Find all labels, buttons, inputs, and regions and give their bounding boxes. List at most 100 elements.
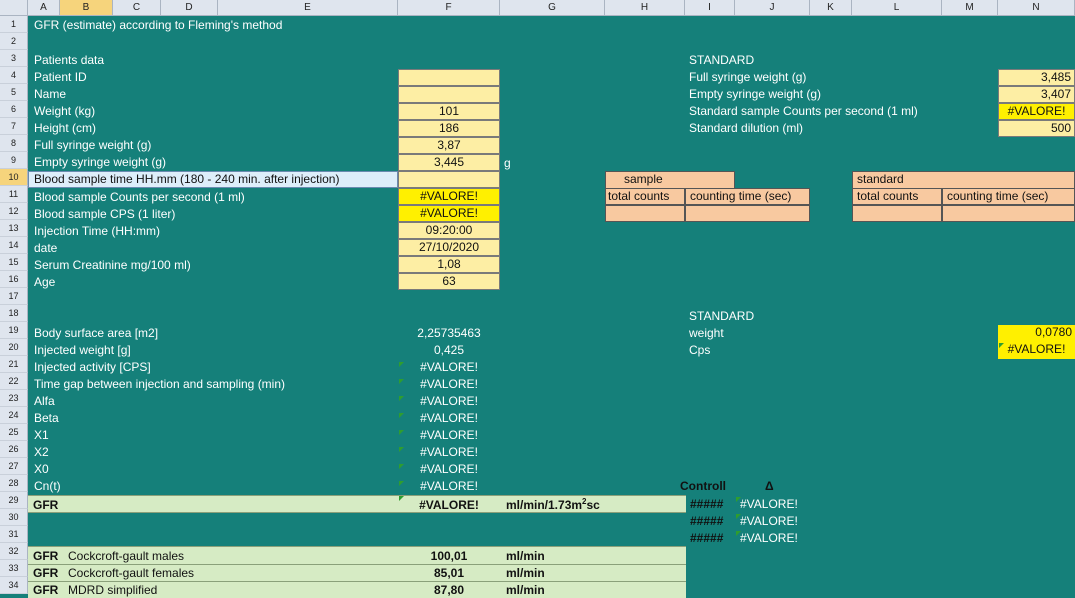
formula-unit-3: ml/min (506, 583, 545, 597)
col-header-n[interactable]: N (998, 0, 1075, 16)
label-blood-cps-1ml: Blood sample Counts per second (1 ml) (34, 190, 245, 204)
row-header[interactable]: 14 (0, 237, 28, 254)
row-header[interactable]: 6 (0, 101, 28, 118)
row-header[interactable]: 26 (0, 441, 28, 458)
col-header-j[interactable]: J (735, 0, 810, 16)
value-x1[interactable]: #VALORE! (398, 426, 500, 444)
col-header-l[interactable]: L (852, 0, 942, 16)
value-bsa[interactable]: 2,25735463 (398, 324, 500, 342)
row-header[interactable]: 21 (0, 356, 28, 373)
col-header-k[interactable]: K (810, 0, 852, 16)
standard-counting-time-input[interactable] (942, 205, 1075, 222)
value-alfa[interactable]: #VALORE! (398, 392, 500, 410)
controll-hash-1[interactable]: ##### (690, 495, 723, 513)
row-header[interactable]: 1 (0, 16, 28, 33)
row-header[interactable]: 15 (0, 254, 28, 271)
value-injected-activity[interactable]: #VALORE! (398, 358, 500, 376)
gfr-value[interactable]: #VALORE! (398, 497, 500, 513)
cell-blood-cps-1ml[interactable]: #VALORE! (398, 188, 500, 205)
cell-blood-cps-1l[interactable]: #VALORE! (398, 205, 500, 222)
cell-std-cps[interactable]: #VALORE! (998, 342, 1075, 359)
cell-blood-time[interactable] (398, 171, 500, 188)
value-x0[interactable]: #VALORE! (398, 460, 500, 478)
cell-std-full-syringe[interactable]: 3,485 (998, 69, 1075, 86)
row-header[interactable]: 32 (0, 543, 28, 560)
row-header[interactable]: 18 (0, 305, 28, 322)
formula-unit-2: ml/min (506, 566, 545, 580)
select-all-corner[interactable] (0, 0, 28, 16)
value-injected-weight[interactable]: 0,425 (398, 341, 500, 359)
row-header[interactable]: 13 (0, 220, 28, 237)
row-header[interactable]: 29 (0, 492, 28, 509)
row-header[interactable]: 8 (0, 135, 28, 152)
cell-weight[interactable]: 101 (398, 103, 500, 120)
col-header-f[interactable]: F (398, 0, 500, 16)
row-header[interactable]: 33 (0, 560, 28, 577)
cell-full-syringe[interactable]: 3,87 (398, 137, 500, 154)
row-header[interactable]: 7 (0, 118, 28, 135)
col-header-i[interactable]: I (685, 0, 735, 16)
row-header[interactable]: 2 (0, 33, 28, 50)
controll-value-1[interactable]: #VALORE! (740, 495, 798, 513)
cell-injection-time[interactable]: 09:20:00 (398, 222, 500, 239)
formula-value-3[interactable]: 87,80 (398, 582, 500, 598)
selected-row-10[interactable]: Blood sample time HH.mm (180 - 240 min. … (28, 171, 398, 188)
row-header[interactable]: 11 (0, 186, 28, 203)
row-header[interactable]: 24 (0, 407, 28, 424)
gfr-unit-suffix: sc (586, 498, 600, 512)
row-header[interactable]: 3 (0, 50, 28, 67)
cell-std-counts[interactable]: #VALORE! (998, 103, 1075, 120)
row-header[interactable]: 22 (0, 373, 28, 390)
row-header[interactable]: 4 (0, 67, 28, 84)
col-header-c[interactable]: C (113, 0, 161, 16)
formula-value-1[interactable]: 100,01 (398, 548, 500, 564)
cell-date[interactable]: 27/10/2020 (398, 239, 500, 256)
col-header-b[interactable]: B (60, 0, 113, 16)
cell-patient-id[interactable] (398, 69, 500, 86)
label-x1: X1 (34, 428, 49, 442)
row-header[interactable]: 19 (0, 322, 28, 339)
sample-total-counts-input[interactable] (605, 205, 685, 222)
error-indicator-icon (399, 464, 404, 469)
cell-std-empty-syringe[interactable]: 3,407 (998, 86, 1075, 103)
controll-hash-3[interactable]: ##### (690, 529, 723, 547)
row-header[interactable]: 5 (0, 84, 28, 101)
value-beta[interactable]: #VALORE! (398, 409, 500, 427)
col-header-m[interactable]: M (942, 0, 998, 16)
row-header[interactable]: 16 (0, 271, 28, 288)
cell-age[interactable]: 63 (398, 273, 500, 290)
value-cnt[interactable]: #VALORE! (398, 477, 500, 495)
row-header[interactable]: 34 (0, 577, 28, 594)
row-header[interactable]: 31 (0, 526, 28, 543)
cell-std-dilution[interactable]: 500 (998, 120, 1075, 137)
row-header[interactable]: 9 (0, 152, 28, 169)
row-header[interactable]: 27 (0, 458, 28, 475)
col-header-a[interactable]: A (28, 0, 60, 16)
row-header[interactable]: 23 (0, 390, 28, 407)
label-cnt: Cn(t) (34, 479, 61, 493)
controll-hash-2[interactable]: ##### (690, 512, 723, 530)
col-header-h[interactable]: H (605, 0, 685, 16)
col-header-d[interactable]: D (161, 0, 218, 16)
value-x2[interactable]: #VALORE! (398, 443, 500, 461)
cell-std-weight[interactable]: 0,0780 (998, 325, 1075, 342)
row-header[interactable]: 17 (0, 288, 28, 305)
row-header[interactable]: 28 (0, 475, 28, 492)
controll-value-3[interactable]: #VALORE! (740, 529, 798, 547)
standard-total-counts-input[interactable] (852, 205, 942, 222)
row-header[interactable]: 30 (0, 509, 28, 526)
row-header[interactable]: 10 (0, 169, 28, 186)
cell-creatinine[interactable]: 1,08 (398, 256, 500, 273)
value-time-gap[interactable]: #VALORE! (398, 375, 500, 393)
controll-value-2[interactable]: #VALORE! (740, 512, 798, 530)
row-header[interactable]: 12 (0, 203, 28, 220)
row-header[interactable]: 20 (0, 339, 28, 356)
sample-counting-time-input[interactable] (685, 205, 810, 222)
cell-height[interactable]: 186 (398, 120, 500, 137)
cell-name[interactable] (398, 86, 500, 103)
formula-value-2[interactable]: 85,01 (398, 565, 500, 581)
row-header[interactable]: 25 (0, 424, 28, 441)
cell-empty-syringe[interactable]: 3,445 (398, 154, 500, 171)
col-header-g[interactable]: G (500, 0, 605, 16)
col-header-e[interactable]: E (218, 0, 398, 16)
